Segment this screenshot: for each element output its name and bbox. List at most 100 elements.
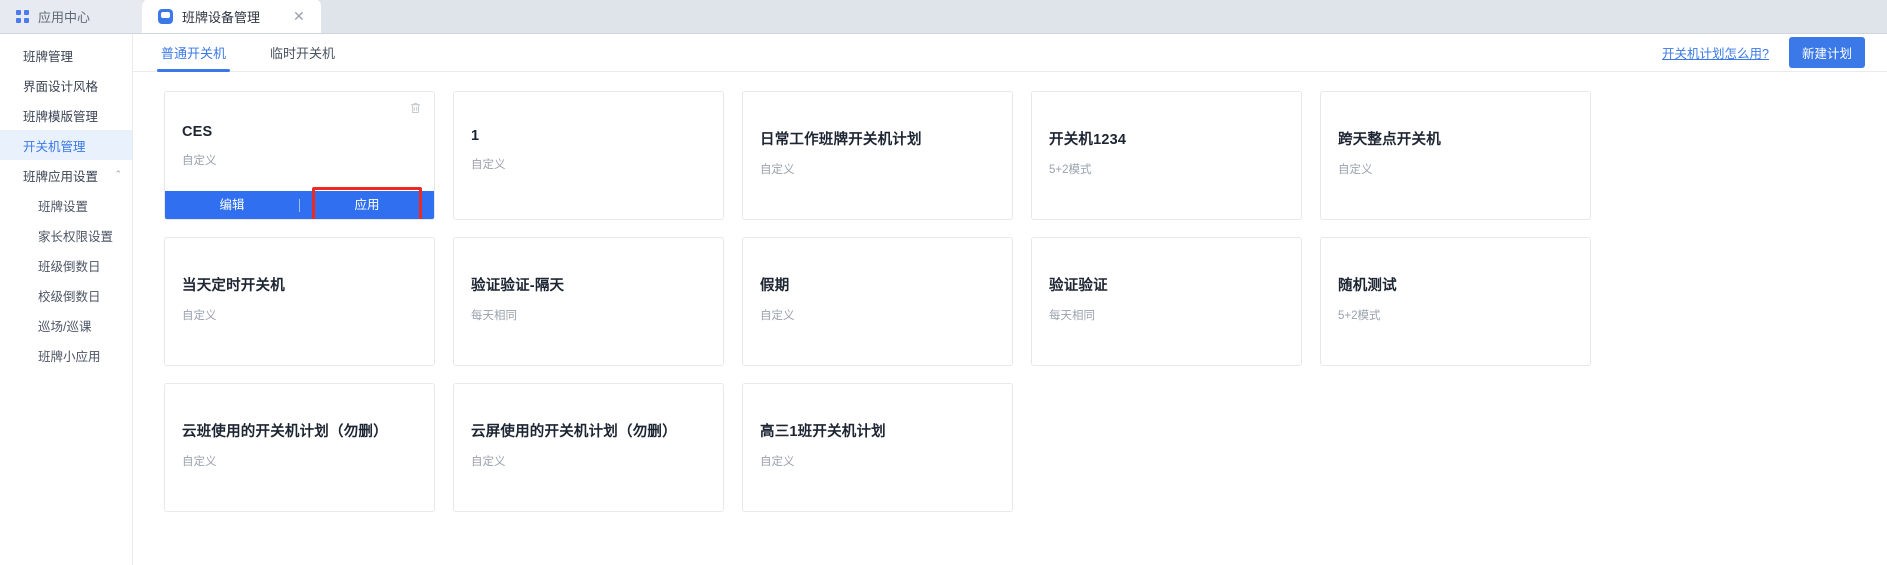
plan-card-subtitle: 每天相同 (1049, 310, 1095, 322)
grid-icon (16, 9, 29, 23)
plan-card-body: 验证验证-隔天 每天相同 (471, 274, 711, 323)
help-link[interactable]: 开关机计划怎么用? (1662, 43, 1769, 62)
plan-card-title: 验证验证-隔天 (471, 278, 565, 294)
close-icon[interactable]: ✕ (269, 9, 305, 23)
plan-card[interactable]: 日常工作班牌开关机计划 自定义 (742, 91, 1013, 220)
plan-card[interactable]: 跨天整点开关机 自定义 (1320, 91, 1591, 220)
tab-label: 临时开关机 (270, 46, 336, 61)
sidebar-item-school-countdown[interactable]: 校级倒数日 (0, 280, 132, 310)
plan-card[interactable]: 随机测试 5+2模式 (1320, 237, 1591, 366)
plan-card-title: 云班使用的开关机计划（勿删） (182, 424, 388, 440)
plan-card-body: 云屏使用的开关机计划（勿删） 自定义 (471, 420, 711, 469)
sidebar-item-label: 班级倒数日 (38, 259, 101, 274)
plan-card-title: 验证验证 (1049, 278, 1108, 294)
plan-card-title: 当天定时开关机 (182, 278, 285, 294)
browser-tab-app-center[interactable]: 应用中心 (0, 0, 142, 33)
plan-card-subtitle: 自定义 (471, 456, 506, 468)
plan-card-body: 随机测试 5+2模式 (1338, 274, 1578, 323)
main-content: 普通开关机 临时开关机 开关机计划怎么用? 新建计划 CES 自定义 编辑 应用… (133, 34, 1887, 565)
sidebar-item-class-countdown[interactable]: 班级倒数日 (0, 250, 132, 280)
browser-tab-label: 班牌设备管理 (182, 9, 261, 25)
plan-card[interactable]: 高三1班开关机计划 自定义 (742, 383, 1013, 512)
plan-card-body: 开关机1234 5+2模式 (1049, 128, 1289, 177)
sidebar-item-label: 家长权限设置 (38, 229, 114, 244)
plan-card-subtitle: 自定义 (471, 159, 506, 171)
sidebar-item-app-settings[interactable]: 班牌应用设置 ⌃ (0, 160, 132, 190)
plan-card-subtitle: 自定义 (182, 310, 217, 322)
toolbar-actions: 开关机计划怎么用? 新建计划 (1662, 37, 1865, 68)
plan-card-subtitle: 自定义 (182, 456, 217, 468)
plan-card[interactable]: 当天定时开关机 自定义 (164, 237, 435, 366)
sidebar: 班牌管理 界面设计风格 班牌模版管理 开关机管理 班牌应用设置 ⌃ 班牌设置 家… (0, 34, 133, 565)
plan-card-title: CES (182, 124, 213, 140)
new-plan-button[interactable]: 新建计划 (1788, 37, 1865, 68)
plan-card-title: 日常工作班牌开关机计划 (760, 132, 922, 148)
sidebar-item-patrol[interactable]: 巡场/巡课 (0, 310, 132, 340)
sidebar-item-parent-permissions[interactable]: 家长权限设置 (0, 220, 132, 250)
plan-card-title: 跨天整点开关机 (1338, 132, 1441, 148)
plan-card-subtitle: 自定义 (1338, 164, 1373, 176)
sidebar-item-label: 班牌小应用 (38, 349, 101, 364)
apply-button-label: 应用 (354, 198, 380, 212)
plan-card-subtitle: 自定义 (182, 155, 217, 167)
plan-card-body: 1 自定义 (471, 128, 711, 172)
plan-card-title: 假期 (760, 278, 790, 294)
plan-card[interactable]: 验证验证 每天相同 (1031, 237, 1302, 366)
sidebar-item-banpai-guanli[interactable]: 班牌管理 (0, 40, 132, 70)
plan-card[interactable]: 假期 自定义 (742, 237, 1013, 366)
plan-card[interactable]: 1 自定义 (453, 91, 724, 220)
sidebar-item-label: 班牌设置 (38, 199, 89, 214)
content-tabs: 普通开关机 临时开关机 (156, 34, 335, 72)
card-grid-wrapper: CES 自定义 编辑 应用 1 自定义 日常工作班牌开关机计划 自定义 开关机1… (133, 72, 1887, 512)
page-body: 班牌管理 界面设计风格 班牌模版管理 开关机管理 班牌应用设置 ⌃ 班牌设置 家… (0, 34, 1887, 565)
tab-normal-power[interactable]: 普通开关机 (156, 34, 231, 72)
sidebar-item-banpai-settings[interactable]: 班牌设置 (0, 190, 132, 220)
plan-card-body: 验证验证 每天相同 (1049, 274, 1289, 323)
plan-card-subtitle: 自定义 (760, 456, 795, 468)
content-toolbar: 普通开关机 临时开关机 开关机计划怎么用? 新建计划 (133, 34, 1887, 72)
plan-card[interactable]: 云屏使用的开关机计划（勿删） 自定义 (453, 383, 724, 512)
plan-card-body: 日常工作班牌开关机计划 自定义 (760, 128, 1000, 177)
plan-card[interactable]: 云班使用的开关机计划（勿删） 自定义 (164, 383, 435, 512)
sidebar-item-label: 界面设计风格 (23, 79, 99, 94)
plan-card-body: CES 自定义 (182, 124, 422, 168)
sidebar-item-mini-apps[interactable]: 班牌小应用 (0, 340, 132, 370)
plan-card-subtitle: 自定义 (760, 164, 795, 176)
trash-icon[interactable] (409, 101, 422, 115)
sidebar-item-label: 班牌管理 (23, 49, 74, 64)
sidebar-item-label: 校级倒数日 (38, 289, 101, 304)
sidebar-item-ui-style[interactable]: 界面设计风格 (0, 70, 132, 100)
plan-card-footer: 编辑 应用 (165, 187, 434, 219)
plan-card-grid: CES 自定义 编辑 应用 1 自定义 日常工作班牌开关机计划 自定义 开关机1… (164, 91, 1887, 512)
plan-card[interactable]: 验证验证-隔天 每天相同 (453, 237, 724, 366)
plan-card-title: 云屏使用的开关机计划（勿删） (471, 424, 677, 440)
plan-card[interactable]: CES 自定义 编辑 应用 (164, 91, 435, 220)
plan-card-title: 高三1班开关机计划 (760, 424, 886, 440)
browser-tab-strip: 应用中心 班牌设备管理 ✕ (0, 0, 1887, 34)
apply-button[interactable]: 应用 (300, 187, 434, 219)
plan-card-body: 跨天整点开关机 自定义 (1338, 128, 1578, 177)
plan-card-title: 随机测试 (1338, 278, 1397, 294)
plan-card-title: 开关机1234 (1049, 132, 1127, 148)
plan-card-body: 假期 自定义 (760, 274, 1000, 323)
plan-card[interactable]: 开关机1234 5+2模式 (1031, 91, 1302, 220)
plan-card-subtitle: 5+2模式 (1049, 164, 1092, 176)
plan-card-subtitle: 5+2模式 (1338, 310, 1381, 322)
chevron-up-icon: ⌃ (114, 168, 122, 179)
plan-card-subtitle: 每天相同 (471, 310, 517, 322)
tab-label: 普通开关机 (161, 46, 227, 61)
plan-card-body: 云班使用的开关机计划（勿删） 自定义 (182, 420, 422, 469)
sidebar-item-template-management[interactable]: 班牌模版管理 (0, 100, 132, 130)
plan-card-body: 当天定时开关机 自定义 (182, 274, 422, 323)
tab-temporary-power[interactable]: 临时开关机 (270, 34, 335, 72)
sidebar-item-label: 巡场/巡课 (38, 319, 92, 334)
edit-button[interactable]: 编辑 (165, 191, 299, 219)
plan-card-body: 高三1班开关机计划 自定义 (760, 420, 1000, 469)
browser-tab-device-management[interactable]: 班牌设备管理 ✕ (142, 0, 321, 33)
sidebar-item-label: 班牌应用设置 (23, 169, 99, 184)
sidebar-item-label: 班牌模版管理 (23, 109, 99, 124)
plan-card-subtitle: 自定义 (760, 310, 795, 322)
sidebar-item-power-management[interactable]: 开关机管理 (0, 130, 132, 160)
browser-tab-label: 应用中心 (38, 9, 91, 25)
plan-card-title: 1 (471, 128, 480, 144)
